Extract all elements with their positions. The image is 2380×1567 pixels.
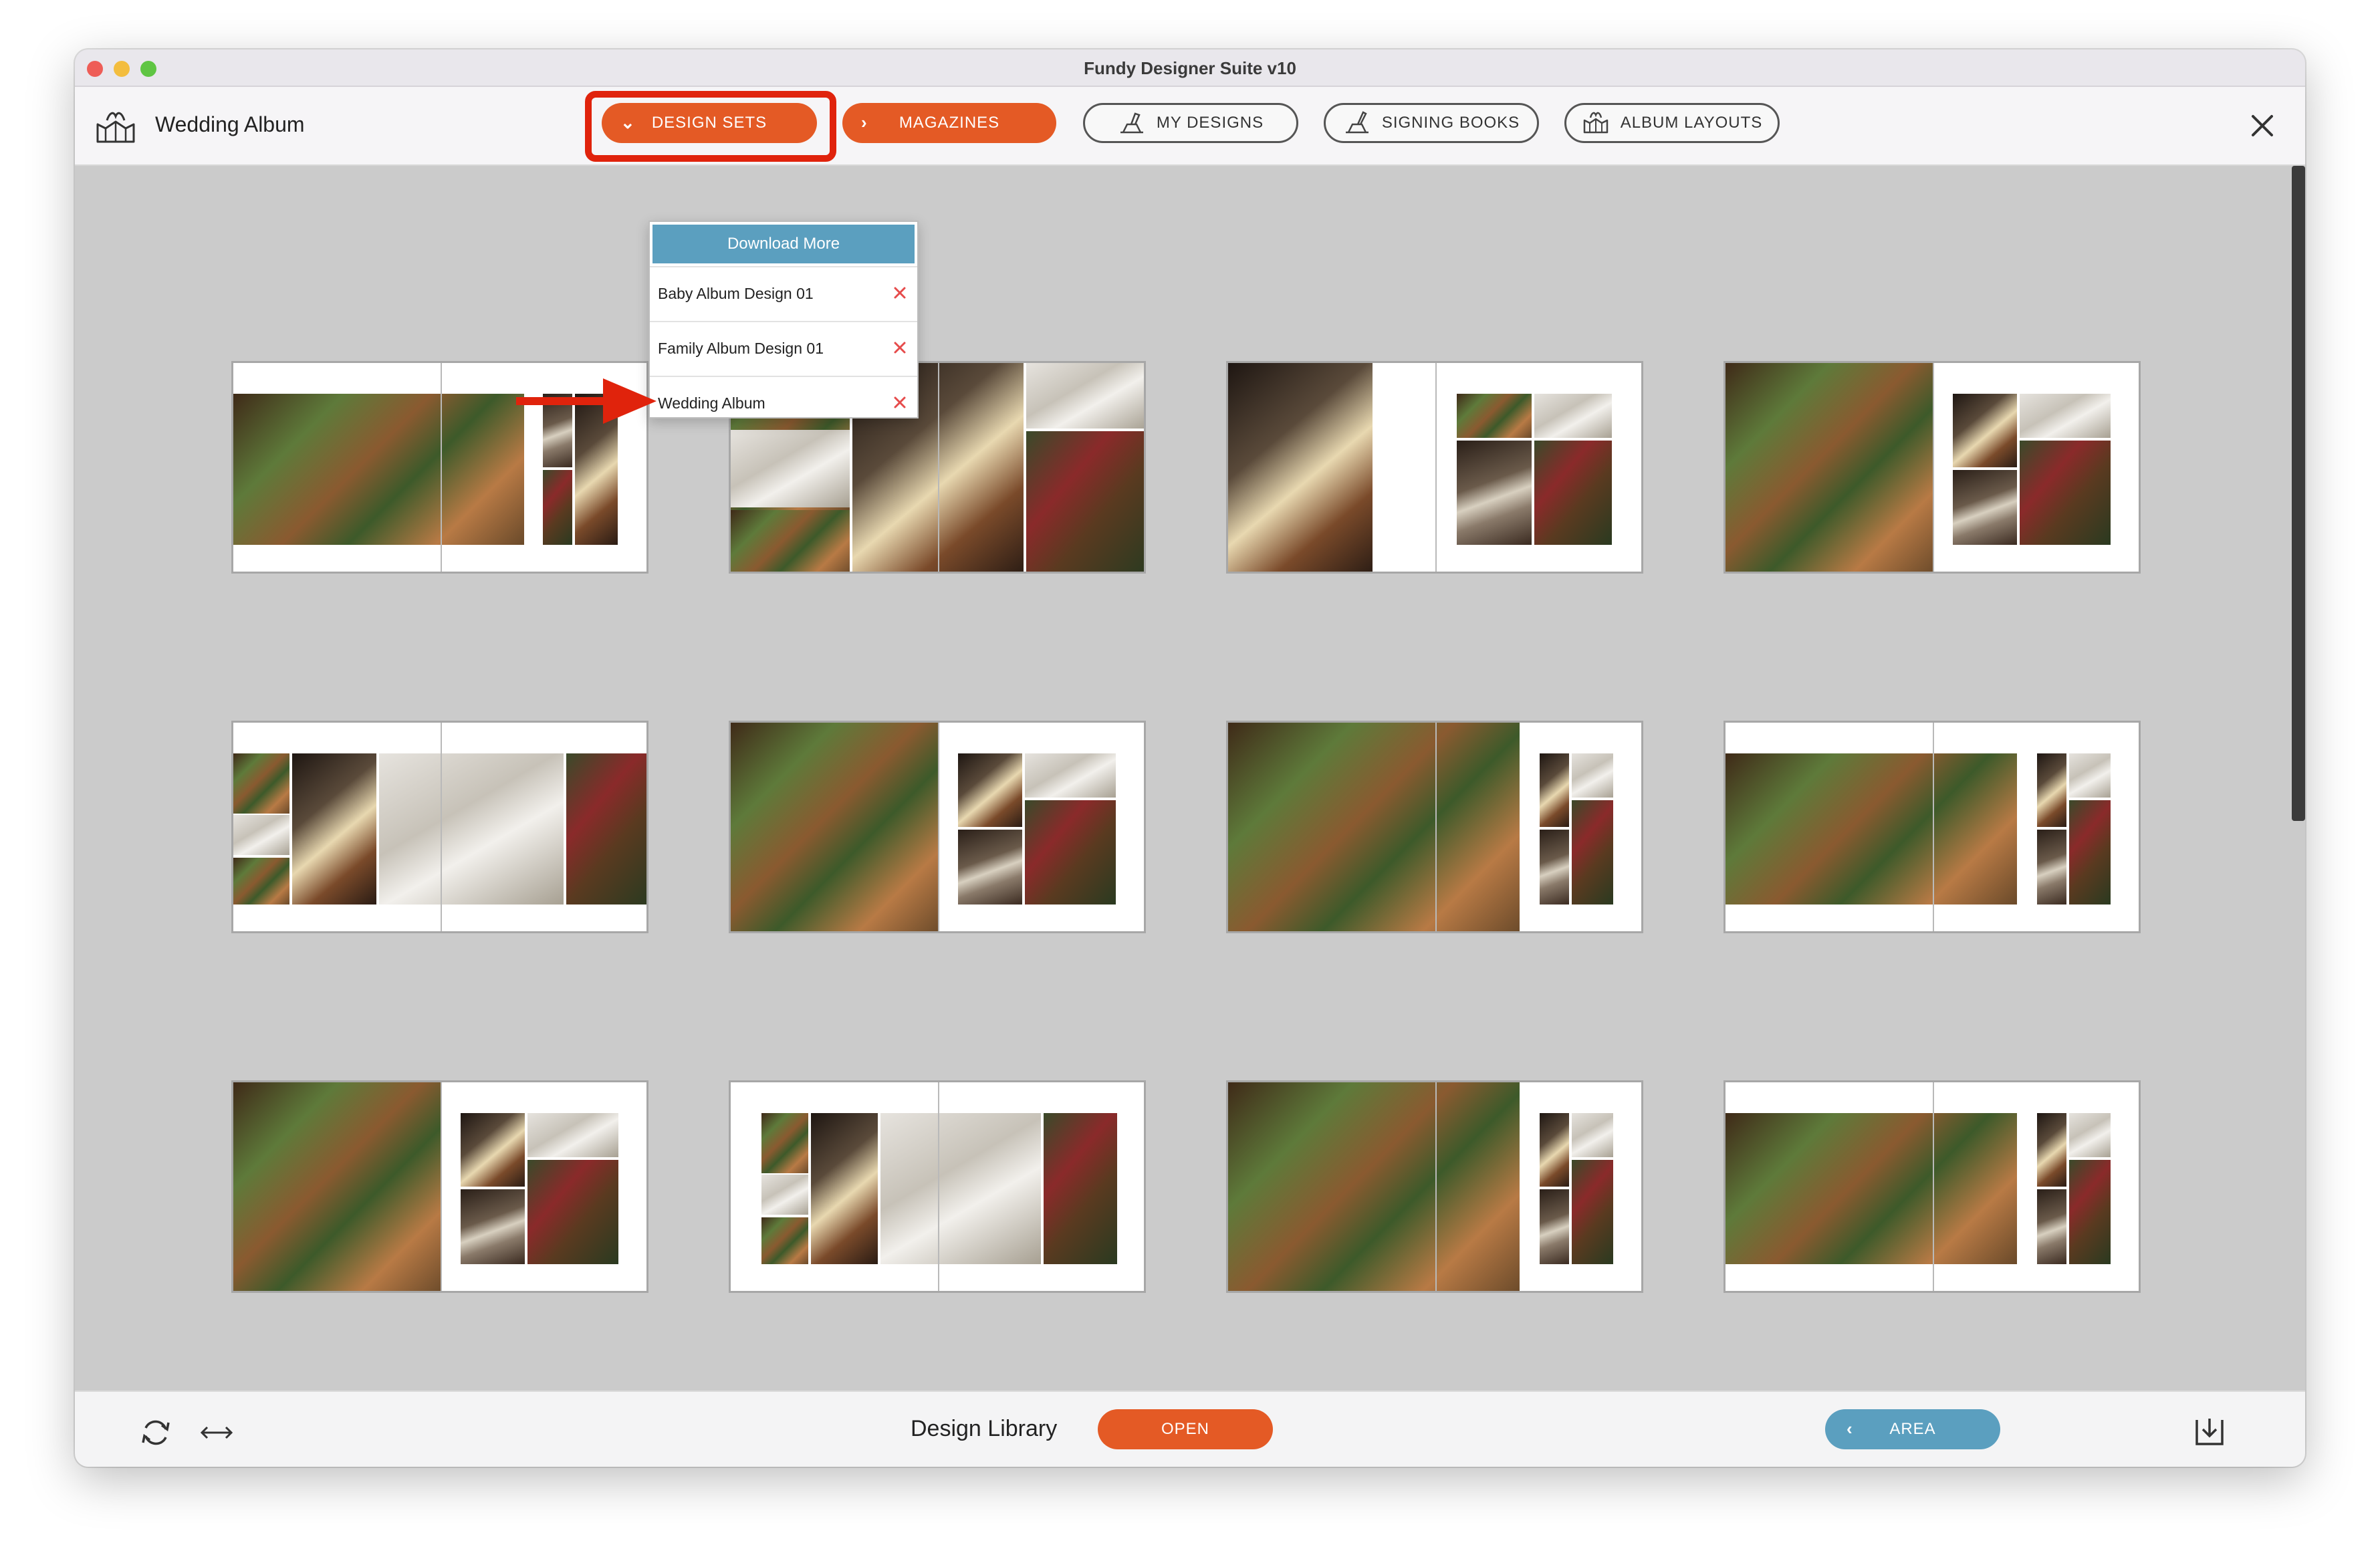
design-thumbnail[interactable] — [231, 721, 648, 933]
design-thumbnail[interactable] — [729, 721, 1146, 933]
design-library-title: Design Library — [911, 1416, 1058, 1441]
design-thumbnail[interactable] — [1226, 361, 1643, 574]
window-title: Fundy Designer Suite v10 — [1084, 58, 1296, 78]
dropdown-item-label: Family Album Design 01 — [658, 339, 824, 357]
download-more-button[interactable]: Download More — [652, 225, 915, 263]
design-thumbnail[interactable] — [231, 1080, 648, 1293]
tab-magazines[interactable]: › MAGAZINES — [842, 103, 1056, 143]
download-icon[interactable] — [2193, 1415, 2226, 1448]
remove-x-icon[interactable] — [892, 340, 908, 356]
design-thumbnail[interactable] — [1723, 721, 2141, 933]
tab-magazines-label: MAGAZINES — [899, 114, 1000, 132]
design-thumbnail[interactable] — [1226, 721, 1643, 933]
chevron-left-icon: ‹ — [1847, 1419, 1853, 1439]
refresh-icon[interactable] — [139, 1417, 172, 1448]
area-button-label: AREA — [1889, 1420, 1936, 1438]
design-thumbnail[interactable] — [729, 1080, 1146, 1293]
remove-x-icon[interactable] — [892, 285, 908, 301]
tab-my-designs[interactable]: MY DESIGNS — [1083, 103, 1298, 143]
album-layouts-icon — [1583, 112, 1608, 134]
tab-album-layouts[interactable]: ALBUM LAYOUTS — [1564, 103, 1780, 143]
area-button[interactable]: ‹ AREA — [1825, 1409, 2000, 1449]
hand-pen-icon — [1345, 111, 1368, 134]
title-bar: Fundy Designer Suite v10 — [75, 49, 2305, 87]
close-icon[interactable] — [2246, 110, 2278, 142]
dropdown-item-baby-album[interactable]: Baby Album Design 01 — [650, 266, 917, 320]
design-thumbnail[interactable] — [1723, 1080, 2141, 1293]
vertical-scrollbar[interactable] — [2292, 166, 2305, 821]
remove-x-icon[interactable] — [892, 394, 908, 410]
horizontal-arrows-icon[interactable] — [198, 1423, 235, 1443]
dropdown-item-label: Wedding Album — [658, 394, 765, 412]
dropdown-item-label: Baby Album Design 01 — [658, 284, 814, 302]
design-sets-dropdown: Download More Baby Album Design 01 Famil… — [648, 221, 919, 418]
project-name: Wedding Album — [155, 112, 305, 136]
footer-bar: Design Library OPEN ‹ AREA — [75, 1391, 2305, 1467]
highlight-annotation — [585, 91, 836, 162]
tab-album-layouts-label: ALBUM LAYOUTS — [1620, 114, 1763, 132]
chevron-right-icon: › — [861, 112, 868, 132]
dropdown-item-family-album[interactable]: Family Album Design 01 — [650, 321, 917, 374]
album-book-icon — [96, 112, 135, 143]
tab-my-designs-label: MY DESIGNS — [1156, 114, 1264, 132]
design-thumbnail[interactable] — [1723, 361, 2141, 574]
app-window: Fundy Designer Suite v10 Wedding Album ⌄… — [75, 49, 2305, 1467]
hand-album-icon — [1120, 112, 1143, 134]
tab-signing-books-label: SIGNING BOOKS — [1381, 114, 1520, 132]
tab-signing-books[interactable]: SIGNING BOOKS — [1324, 103, 1539, 143]
design-thumbnail[interactable] — [1226, 1080, 1643, 1293]
design-grid — [75, 166, 2305, 1391]
dropdown-item-wedding-album[interactable]: Wedding Album — [650, 376, 917, 429]
open-button[interactable]: OPEN — [1098, 1409, 1273, 1449]
pointer-arrow-annotation — [516, 378, 657, 424]
toolbar: Wedding Album ⌄ DESIGN SETS › MAGAZINES … — [75, 87, 2305, 166]
